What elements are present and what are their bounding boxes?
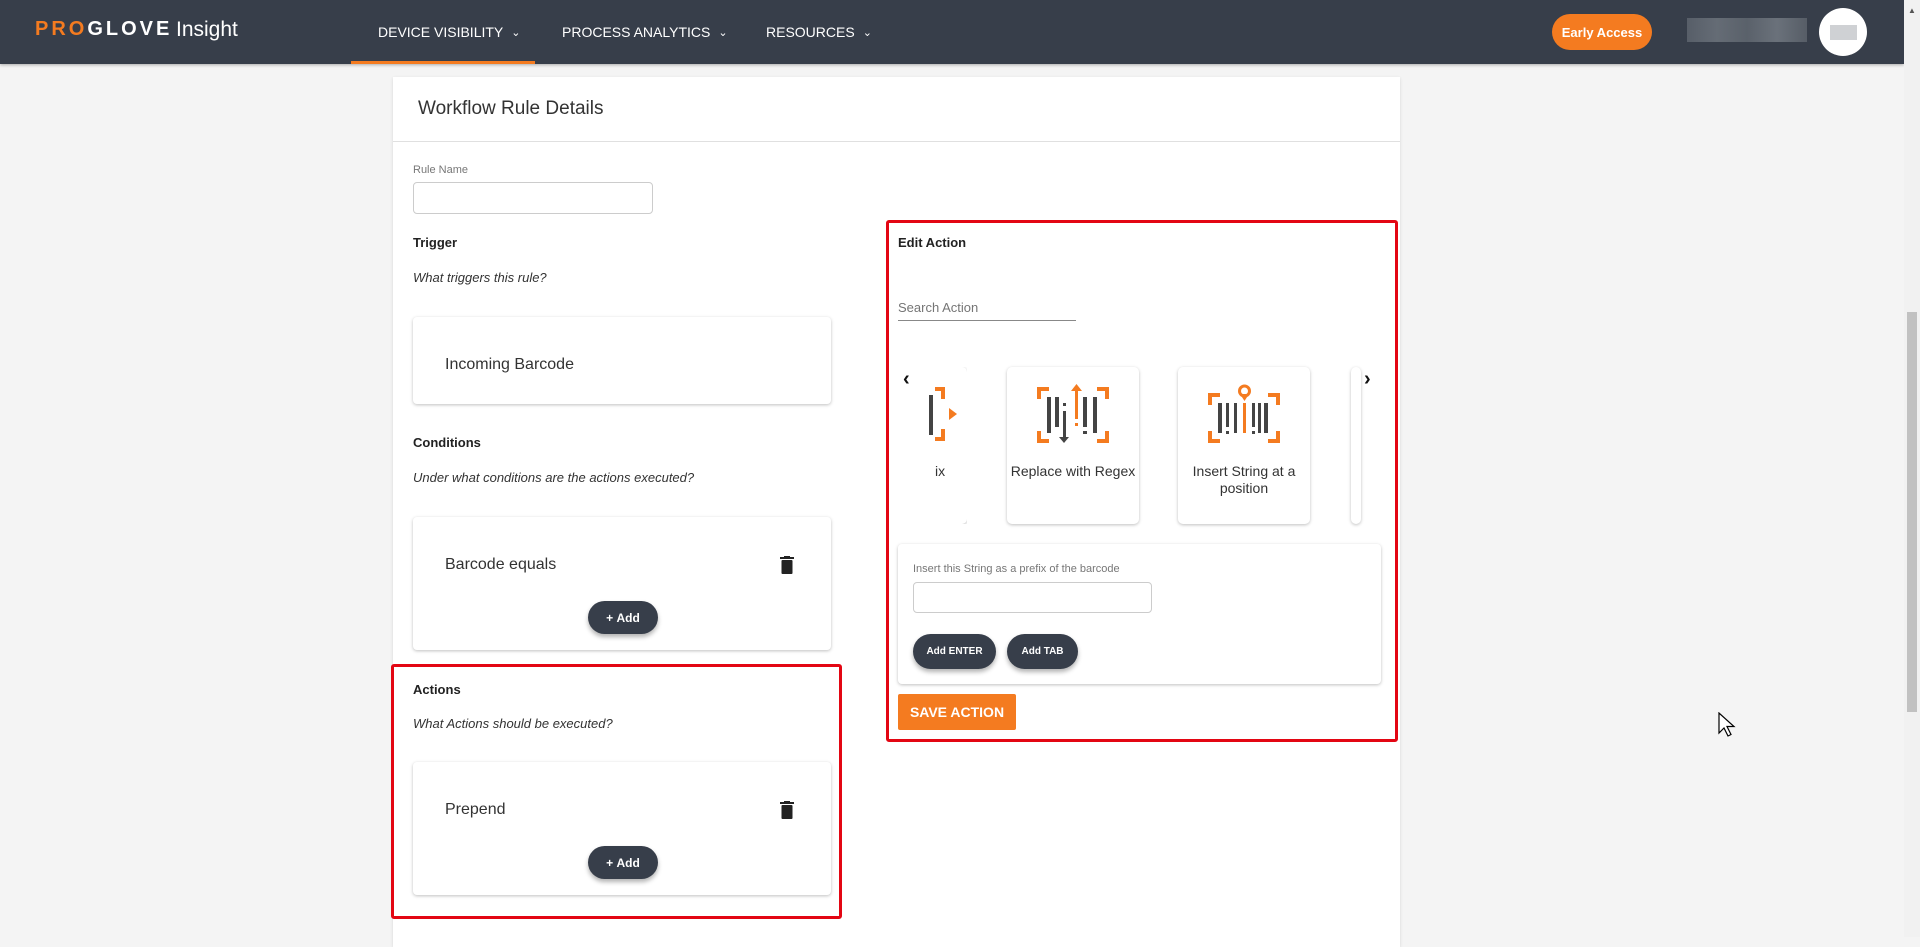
add-tab-button[interactable]: Add TAB	[1007, 634, 1078, 669]
replace-regex-barcode-icon	[1037, 384, 1109, 443]
condition-item: Barcode equals	[445, 556, 557, 573]
action-item: Prepend	[445, 801, 506, 818]
trigger-card[interactable]: Incoming Barcode	[413, 317, 831, 404]
prefix-label: Insert this String as a prefix of the ba…	[913, 563, 1120, 575]
avatar[interactable]	[1819, 8, 1867, 56]
nav-resources[interactable]: RESOURCES ⌄	[766, 24, 872, 40]
prefix-settings-panel: Insert this String as a prefix of the ba…	[898, 544, 1381, 684]
action-option-label: ix	[935, 463, 946, 479]
add-action-button[interactable]: + Add	[588, 846, 658, 879]
action-option-insert-string[interactable]: Insert String at a position	[1178, 367, 1310, 524]
logo-glove: GLOVE	[87, 18, 173, 40]
actions-question: What Actions should be executed?	[413, 716, 613, 731]
proglove-logo[interactable]: PROGLOVE	[35, 18, 172, 41]
nav-label: DEVICE VISIBILITY	[378, 24, 504, 40]
avatar-redacted	[1829, 24, 1857, 40]
trash-icon[interactable]	[780, 801, 794, 819]
mouse-cursor-icon	[1718, 712, 1736, 737]
chevron-down-icon: ⌄	[718, 26, 728, 39]
rule-name-input[interactable]	[413, 182, 653, 214]
insert-position-barcode-icon	[1208, 384, 1280, 443]
rule-name-label: Rule Name	[413, 164, 469, 176]
add-condition-button[interactable]: + Add	[588, 601, 658, 634]
prefix-barcode-icon	[929, 387, 957, 441]
conditions-heading: Conditions	[413, 435, 481, 450]
search-action-input[interactable]	[898, 294, 1076, 321]
carousel-prev-icon[interactable]: ‹	[903, 368, 910, 391]
trash-icon[interactable]	[780, 556, 794, 574]
prefix-input[interactable]	[913, 582, 1152, 613]
action-option-label: Replace with Regex	[1010, 463, 1136, 479]
add-label: Add	[616, 610, 640, 625]
chevron-down-icon: ⌄	[511, 26, 521, 39]
nav-process-analytics[interactable]: PROCESS ANALYTICS ⌄	[562, 24, 728, 40]
action-card[interactable]: Prepend + Add	[413, 762, 831, 895]
nav-device-visibility[interactable]: DEVICE VISIBILITY ⌄	[378, 24, 520, 40]
chevron-down-icon: ⌄	[862, 26, 872, 39]
logo-insight: Insight	[176, 18, 238, 41]
user-name-redacted	[1687, 18, 1807, 42]
page-scrollbar[interactable]: ▲	[1904, 0, 1920, 937]
page-title: Workflow Rule Details	[418, 98, 604, 119]
actions-heading: Actions	[413, 682, 461, 697]
trigger-heading: Trigger	[413, 235, 458, 250]
carousel-next-icon[interactable]: ›	[1364, 368, 1371, 391]
divider	[393, 141, 1400, 142]
edit-action-heading: Edit Action	[898, 235, 967, 250]
save-action-button[interactable]: SAVE ACTION	[898, 694, 1016, 730]
condition-card[interactable]: Barcode equals + Add	[413, 517, 831, 650]
action-option-label: Insert String at a position	[1192, 463, 1296, 496]
scroll-up-icon[interactable]: ▲	[1908, 6, 1916, 15]
add-label: Add	[616, 855, 640, 870]
scrollbar-thumb[interactable]	[1907, 312, 1917, 712]
nav-label: PROCESS ANALYTICS	[562, 24, 711, 40]
action-option-replace-regex[interactable]: Replace with Regex	[1007, 367, 1139, 524]
logo-pro: PRO	[35, 18, 88, 40]
conditions-question: Under what conditions are the actions ex…	[413, 470, 695, 485]
active-nav-indicator	[351, 61, 535, 64]
trigger-item: Incoming Barcode	[445, 356, 574, 373]
add-enter-button[interactable]: Add ENTER	[913, 634, 996, 669]
action-option-next-partial[interactable]	[1351, 367, 1361, 524]
early-access-button[interactable]: Early Access	[1552, 14, 1652, 50]
trigger-question: What triggers this rule?	[413, 270, 547, 285]
nav-label: RESOURCES	[766, 24, 855, 40]
